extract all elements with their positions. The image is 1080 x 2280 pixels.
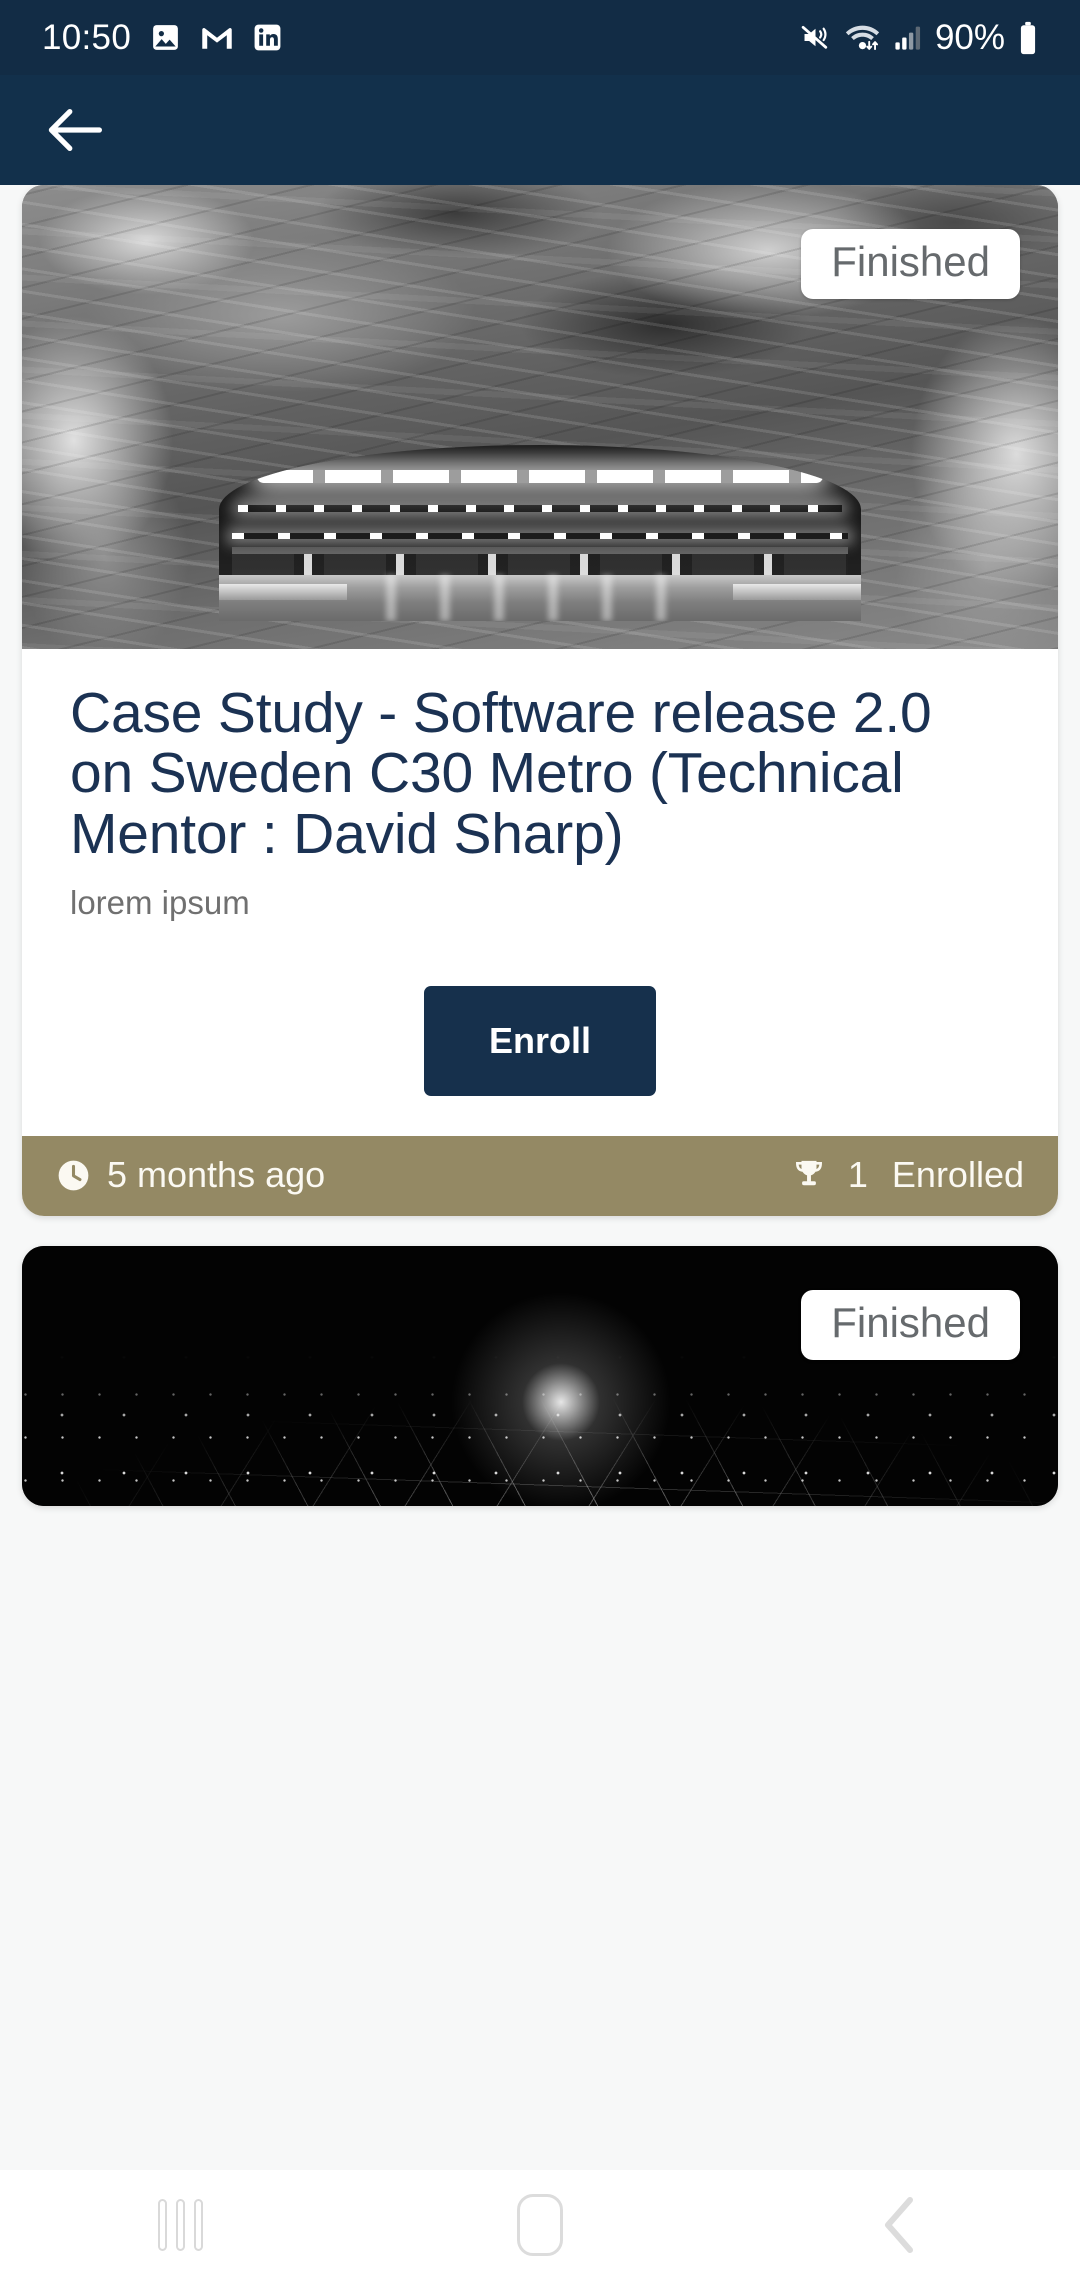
- ceiling-light-strip: [257, 469, 823, 483]
- battery-percent-label: 90%: [934, 17, 1005, 57]
- gmail-icon: [200, 24, 234, 52]
- course-card[interactable]: Finished: [22, 1246, 1058, 1507]
- enroll-button[interactable]: Enroll: [424, 986, 656, 1097]
- status-badge: Finished: [801, 1290, 1020, 1361]
- recents-button[interactable]: [110, 2180, 250, 2270]
- battery-icon: [1018, 21, 1038, 55]
- course-card-body: Case Study - Software release 2.0 on Swe…: [22, 649, 1058, 1136]
- wireframe-artwork: [22, 1246, 1058, 1507]
- enrolled-count: 1: [847, 1154, 868, 1196]
- ceiling-light-row-2: [238, 504, 842, 512]
- course-enrolled-group: 1 Enrolled: [790, 1154, 1024, 1196]
- course-banner-image: Finished: [22, 1246, 1058, 1507]
- course-title: Case Study - Software release 2.0 on Swe…: [70, 681, 932, 866]
- station-arch: [218, 444, 862, 622]
- recents-icon: [157, 2199, 203, 2251]
- app-header: [0, 75, 1080, 185]
- status-bar: 10:50 90%: [0, 0, 1080, 75]
- photos-icon: [149, 21, 182, 54]
- back-button[interactable]: [830, 2180, 970, 2270]
- course-card-footer: 5 months ago 1 Enrolled: [22, 1136, 1058, 1217]
- status-bar-left: 10:50: [42, 18, 283, 58]
- platform-ledge-left: [218, 584, 348, 601]
- course-time-group: 5 months ago: [56, 1154, 325, 1196]
- cellular-signal-icon: [893, 23, 922, 52]
- course-banner-image: Finished: [22, 185, 1058, 649]
- course-subtitle: lorem ipsum: [70, 884, 250, 922]
- light-flare: [436, 1277, 687, 1507]
- arrow-left-icon: [47, 107, 103, 153]
- mute-vibrate-icon: [799, 22, 832, 53]
- course-card[interactable]: Finished Case Study - Software release 2…: [22, 185, 1058, 1217]
- chevron-left-icon: [880, 2196, 920, 2254]
- platform-ledge-right: [732, 584, 862, 601]
- trophy-icon: [790, 1157, 828, 1193]
- clock-icon: [56, 1158, 91, 1193]
- home-button[interactable]: [470, 2180, 610, 2270]
- course-list-scroll-area[interactable]: Finished Case Study - Software release 2…: [0, 185, 1080, 2170]
- course-time-label: 5 months ago: [107, 1154, 326, 1196]
- train-windows: [231, 554, 849, 576]
- home-icon: [517, 2194, 563, 2256]
- wifi-icon: [845, 23, 880, 53]
- enrolled-label: Enrolled: [891, 1154, 1024, 1196]
- enroll-button-row: Enroll: [70, 922, 1010, 1136]
- status-badge: Finished: [801, 229, 1020, 299]
- linkedin-icon: [252, 22, 283, 53]
- back-navigation-button[interactable]: [40, 95, 110, 165]
- platform-reflection: [385, 575, 695, 622]
- ceiling-light-row-3: [231, 533, 849, 539]
- status-bar-right: 90%: [799, 18, 1038, 58]
- system-navigation-bar: [0, 2170, 1080, 2280]
- status-bar-clock: 10:50: [42, 17, 132, 57]
